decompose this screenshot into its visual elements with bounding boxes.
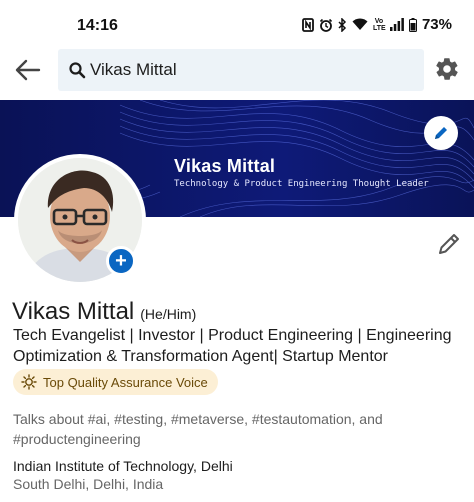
volte-icon: Vo LTE	[372, 17, 386, 32]
back-button[interactable]	[14, 56, 42, 84]
status-time: 14:16	[77, 17, 118, 34]
status-icons: Vo LTE 73%	[302, 16, 452, 33]
status-bar: 14:16 Vo LTE 73%	[0, 0, 474, 44]
signal-icon	[389, 18, 404, 31]
add-photo-button[interactable]: +	[106, 246, 136, 276]
gear-icon	[436, 58, 458, 80]
pencil-icon	[439, 234, 459, 254]
profile-name: Vikas Mittal	[12, 298, 135, 325]
location: South Delhi, Delhi, India	[13, 476, 164, 492]
search-icon	[69, 62, 86, 79]
education[interactable]: Indian Institute of Technology, Delhi	[13, 458, 233, 474]
edit-profile-button[interactable]	[436, 231, 462, 257]
pronouns: (He/Him)	[140, 306, 197, 322]
profile-headline: Tech Evangelist | Investor | Product Eng…	[13, 327, 452, 365]
wifi-icon	[352, 18, 368, 30]
talks-about: Talks about #ai, #testing, #metaverse, #…	[13, 411, 383, 447]
lightbulb-icon	[21, 374, 37, 390]
settings-button[interactable]	[434, 56, 460, 82]
edit-banner-button[interactable]	[424, 116, 458, 150]
name-line: Vikas Mittal (He/Him)	[12, 298, 196, 326]
badge-label: Top Quality Assurance Voice	[43, 374, 208, 390]
back-arrow-icon	[15, 59, 41, 81]
banner-name: Vikas Mittal	[174, 156, 276, 176]
bluetooth-icon	[338, 17, 347, 32]
top-nav: Vikas Mittal	[0, 48, 474, 92]
battery-percent: 73%	[421, 16, 452, 33]
alarm-icon	[319, 18, 333, 32]
search-input[interactable]: Vikas Mittal	[58, 49, 424, 91]
battery-icon	[408, 17, 417, 32]
nfc-icon	[302, 17, 314, 32]
banner-tagline: Technology & Product Engineering Thought…	[174, 179, 429, 189]
plus-icon: +	[115, 250, 127, 272]
voice-badge[interactable]: Top Quality Assurance Voice	[13, 369, 218, 395]
pencil-icon	[435, 127, 447, 139]
search-query: Vikas Mittal	[90, 60, 177, 79]
